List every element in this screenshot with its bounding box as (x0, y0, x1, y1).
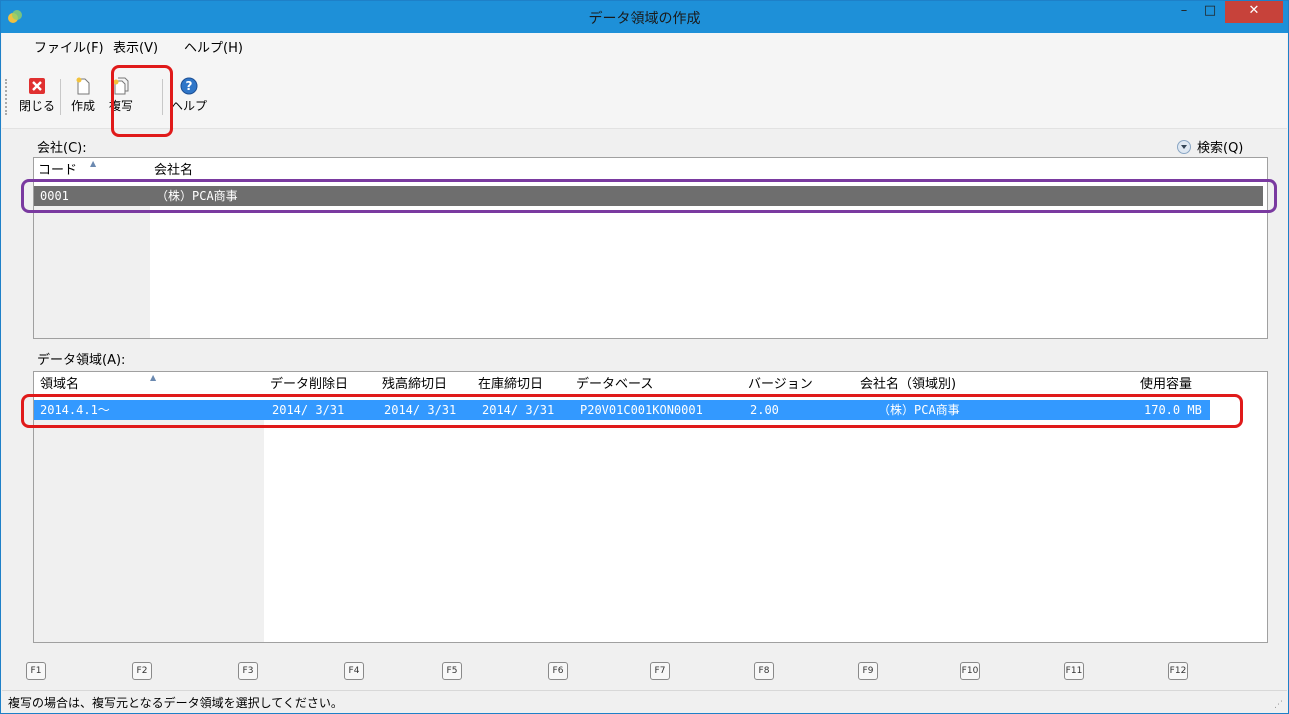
status-message: 複写の場合は、複写元となるデータ領域を選択してください。 (8, 696, 343, 710)
maximize-button[interactable]: □ (1197, 1, 1223, 23)
title-bar[interactable]: データ領域の作成 – □ ✕ (1, 1, 1288, 33)
f12-key[interactable]: F12 (1168, 662, 1188, 680)
f7-key[interactable]: F7 (650, 662, 670, 680)
toolbar: 閉じる 作成 複写 ? ヘルプ (2, 57, 1287, 129)
menu-view[interactable]: 表示(V) (113, 37, 158, 56)
status-bar: 複写の場合は、複写元となるデータ領域を選択してください。 ⋰ (2, 690, 1287, 713)
main-window: データ領域の作成 – □ ✕ ファイル(F) 表示(V) ヘルプ(H) 閉じる … (0, 0, 1289, 714)
svg-text:?: ? (186, 79, 193, 93)
sort-asc-icon: ▲ (150, 373, 157, 382)
help-icon: ? (180, 77, 198, 95)
function-key-bar: F1 F2 F3 F4 F5 F6 F7 F8 F9 F10 F11 F12 (2, 656, 1287, 690)
f10-key[interactable]: F10 (960, 662, 980, 680)
new-document-icon (76, 77, 90, 95)
column-header-database[interactable]: データベース (576, 373, 653, 392)
column-header-used-size[interactable]: 使用容量 (1140, 373, 1192, 392)
column-header-company-by-area[interactable]: 会社名（領域別) (860, 373, 956, 392)
column-header-delete-date[interactable]: データ削除日 (270, 373, 348, 392)
search-button[interactable]: 検索(Q) (1177, 137, 1243, 156)
column-header-company-name[interactable]: 会社名 (154, 159, 193, 178)
minimize-button[interactable]: – (1171, 1, 1197, 23)
close-button[interactable]: 閉じる (18, 75, 56, 119)
close-label: 閉じる (18, 99, 55, 113)
column-header-balance-date[interactable]: 残高締切日 (382, 373, 447, 392)
help-label: ヘルプ (170, 99, 207, 113)
column-header-area-name[interactable]: 領域名 (40, 373, 79, 392)
menu-bar: ファイル(F) 表示(V) ヘルプ(H) (2, 33, 1287, 57)
f5-key[interactable]: F5 (442, 662, 462, 680)
f4-key[interactable]: F4 (344, 662, 364, 680)
red-highlight-row (21, 394, 1243, 428)
sort-asc-icon: ▲ (90, 159, 97, 168)
column-header-version[interactable]: バージョン (748, 373, 813, 392)
close-window-button[interactable]: ✕ (1225, 1, 1283, 23)
create-button[interactable]: 作成 (64, 75, 102, 119)
f2-key[interactable]: F2 (132, 662, 152, 680)
menu-help[interactable]: ヘルプ(H) (184, 37, 243, 56)
window-title: データ領域の作成 (588, 11, 701, 27)
f9-key[interactable]: F9 (858, 662, 878, 680)
column-header-code[interactable]: コード (38, 159, 77, 178)
f11-key[interactable]: F11 (1064, 662, 1084, 680)
create-label: 作成 (70, 99, 95, 113)
purple-highlight (21, 179, 1277, 213)
close-icon (29, 78, 45, 94)
search-label: 検索(Q) (1197, 141, 1244, 156)
row-header-column (34, 420, 264, 642)
red-highlight-copy (111, 65, 173, 137)
data-area-label: データ領域(A): (37, 353, 126, 368)
f1-key[interactable]: F1 (26, 662, 46, 680)
toolbar-grip[interactable] (5, 79, 7, 115)
company-label: 会社(C): (37, 141, 87, 156)
toolbar-separator (60, 79, 61, 115)
data-area-grid-header: 領域名 ▲ データ削除日 残高締切日 在庫締切日 データベース バージョン 会社… (34, 372, 1267, 394)
help-button[interactable]: ? ヘルプ (170, 75, 208, 119)
f3-key[interactable]: F3 (238, 662, 258, 680)
resize-grip-icon[interactable]: ⋰ (1274, 700, 1283, 710)
chevron-down-icon (1177, 140, 1191, 154)
column-header-stock-date[interactable]: 在庫締切日 (478, 373, 543, 392)
menu-file[interactable]: ファイル(F) (34, 37, 104, 56)
f6-key[interactable]: F6 (548, 662, 568, 680)
row-header-column (34, 206, 150, 338)
company-grid-header: コード ▲ 会社名 (34, 158, 1267, 180)
f8-key[interactable]: F8 (754, 662, 774, 680)
